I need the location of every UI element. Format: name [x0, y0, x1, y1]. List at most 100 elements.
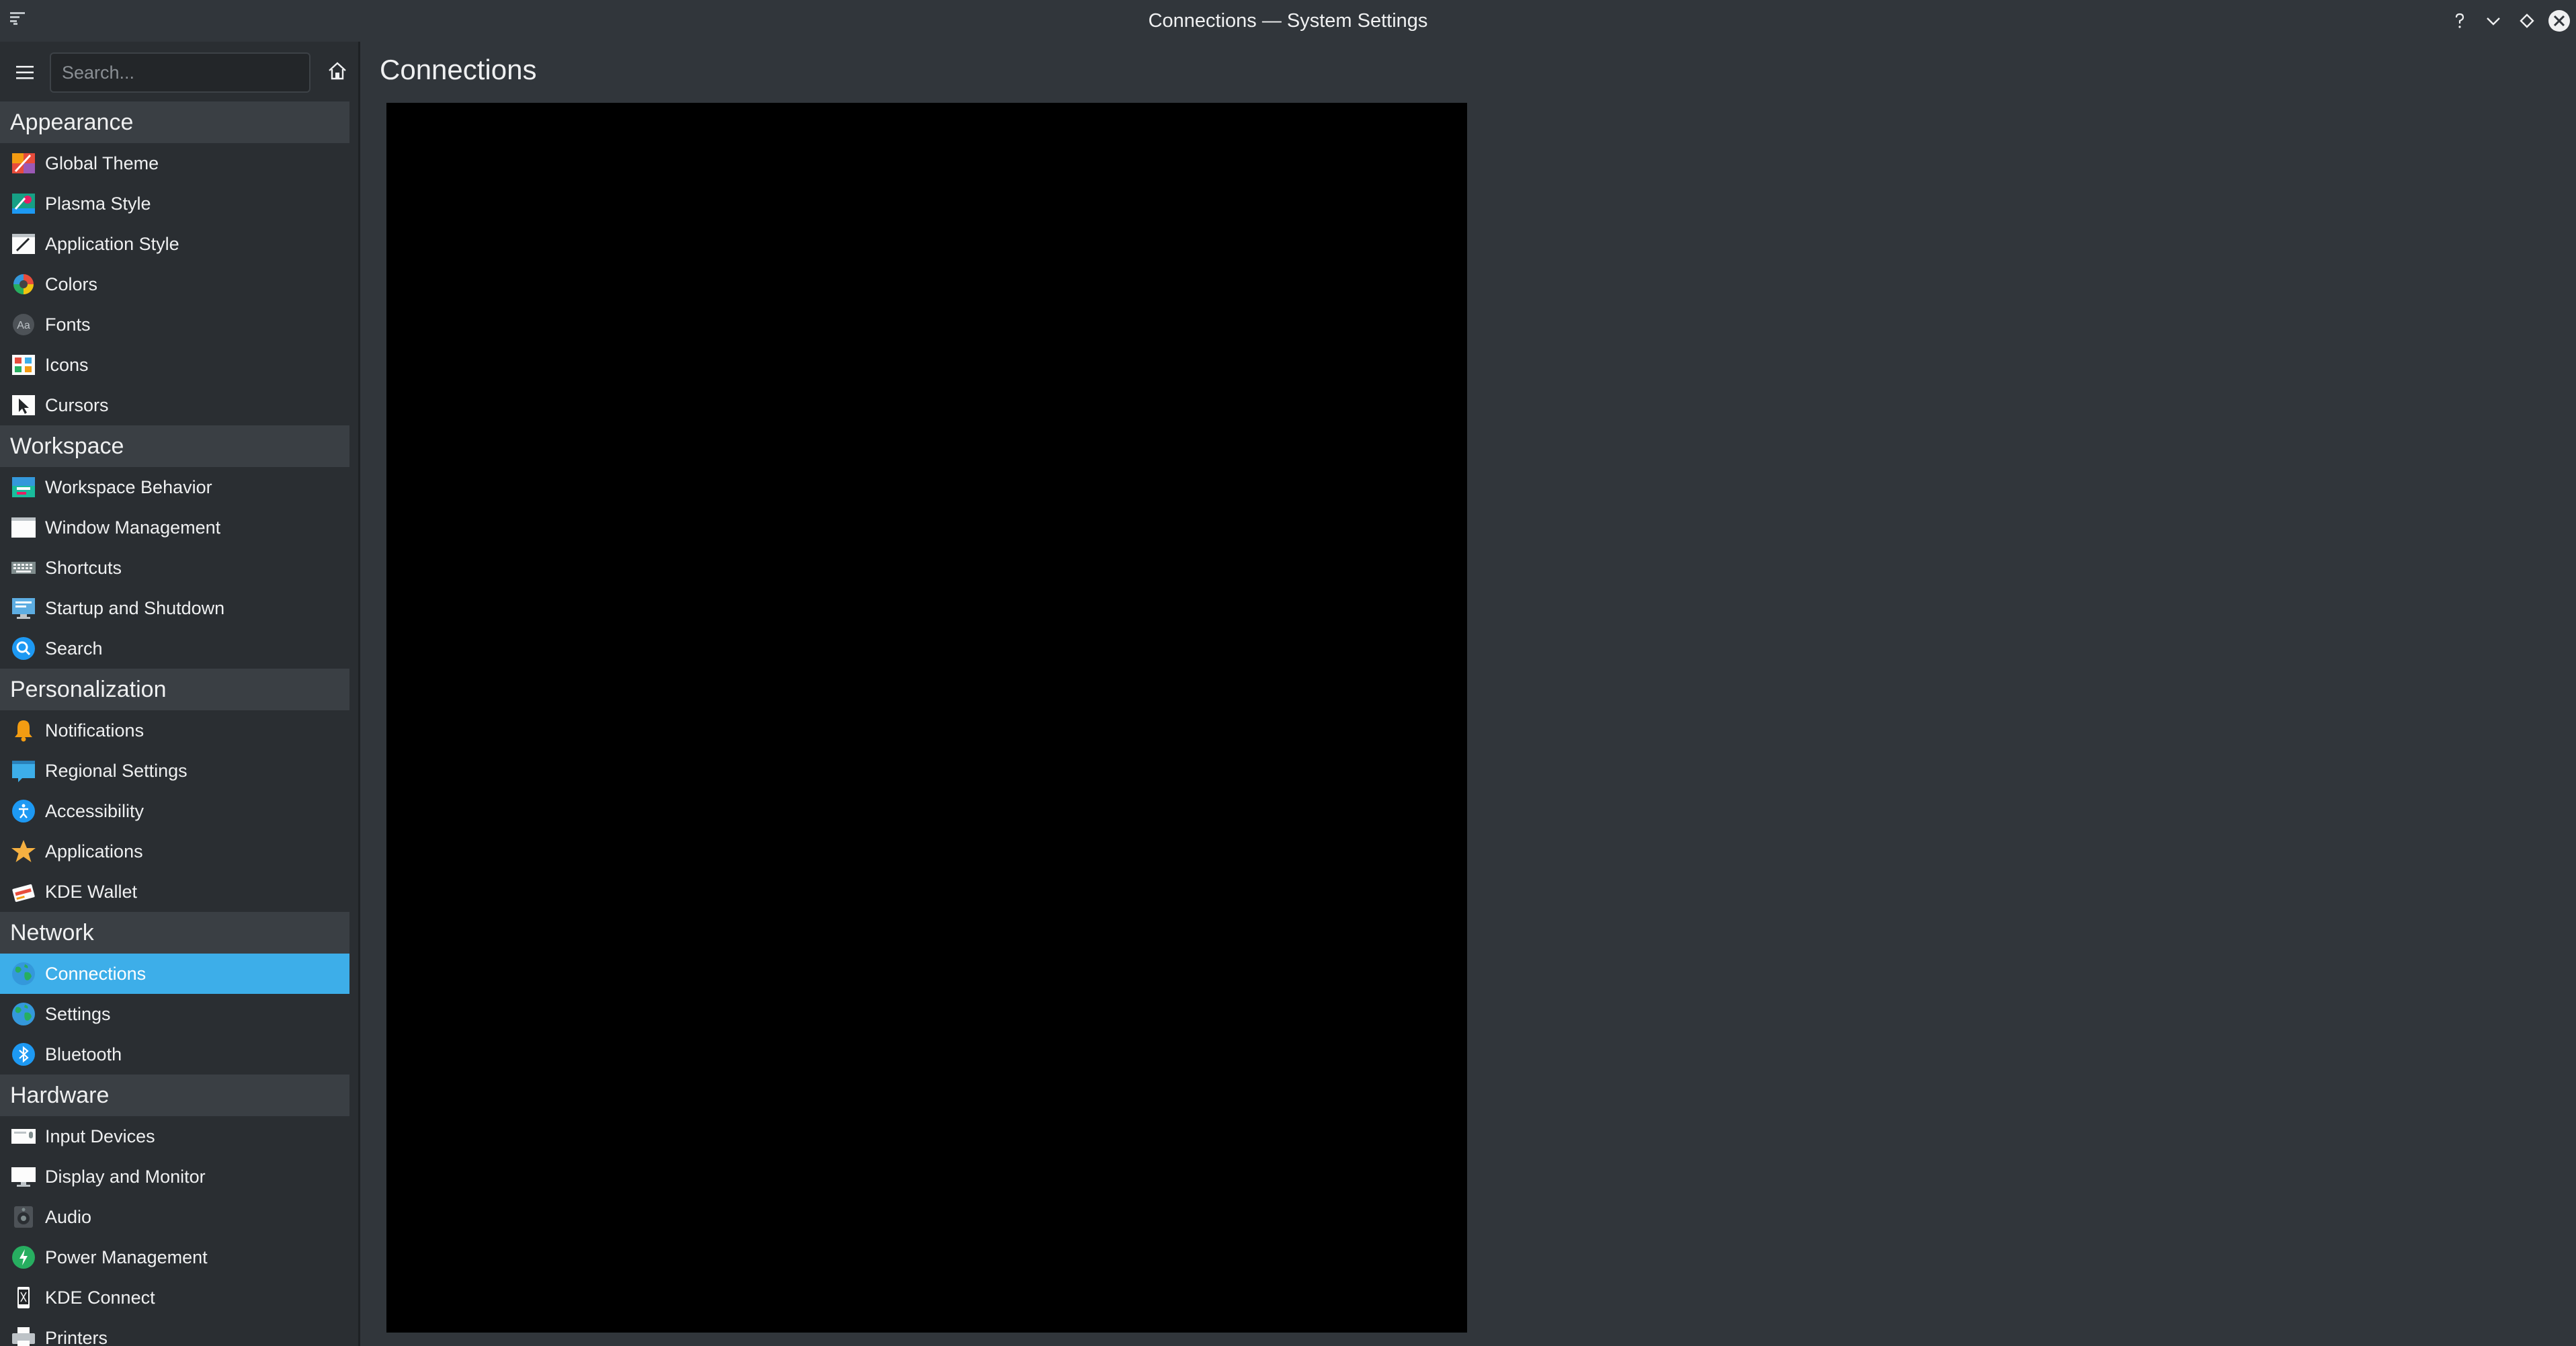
section-header-hardware: Hardware [0, 1075, 349, 1116]
chevron-down-icon [2487, 17, 2500, 26]
sidebar-item-search[interactable]: Search [0, 628, 349, 669]
sidebar-item-notifications[interactable]: Notifications [0, 710, 349, 751]
power-icon [10, 1244, 37, 1271]
monitor-icon [10, 1163, 37, 1190]
connections-content-area[interactable] [386, 103, 1467, 1333]
sidebar-item-global-theme[interactable]: Global Theme [0, 143, 349, 183]
sidebar-item-label: Workspace Behavior [45, 476, 212, 497]
search-input[interactable] [50, 52, 310, 93]
main-panel: Connections [362, 42, 2576, 1346]
help-button[interactable] [2448, 9, 2472, 33]
sidebar-item-bluetooth[interactable]: Bluetooth [0, 1034, 349, 1075]
sidebar-item-startup-shutdown[interactable]: Startup and Shutdown [0, 588, 349, 628]
hamburger-icon [16, 66, 34, 79]
regional-settings-icon [10, 757, 37, 784]
help-icon [2455, 13, 2464, 28]
icons-icon [10, 351, 37, 378]
sidebar-item-label: Fonts [45, 314, 91, 335]
page-title: Connections [380, 54, 537, 85]
sidebar-item-label: KDE Connect [45, 1287, 155, 1308]
sidebar-item-audio[interactable]: Audio [0, 1197, 349, 1237]
sidebar-item-label: Colors [45, 274, 98, 294]
section-header-network: Network [0, 912, 349, 954]
sidebar-item-label: Power Management [45, 1247, 208, 1267]
globe-icon [10, 1001, 37, 1027]
search-icon [10, 635, 37, 662]
sidebar-item-plasma-style[interactable]: Plasma Style [0, 183, 349, 224]
speaker-icon [10, 1204, 37, 1230]
window-title: Connections — System Settings [1148, 10, 1428, 32]
home-button[interactable] [325, 59, 349, 83]
sidebar-item-cursors[interactable]: Cursors [0, 385, 349, 425]
sidebar-item-label: KDE Wallet [45, 881, 138, 902]
sidebar-item-display-monitor[interactable]: Display and Monitor [0, 1156, 349, 1197]
sidebar-item-label: Audio [45, 1206, 92, 1227]
section-header-personalization: Personalization [0, 669, 349, 710]
window-management-icon [10, 514, 37, 541]
colors-icon [10, 271, 37, 298]
sidebar-item-input-devices[interactable]: Input Devices [0, 1116, 349, 1156]
kde-connect-icon [10, 1284, 37, 1311]
minimize-button[interactable] [2481, 9, 2505, 33]
bell-icon [10, 717, 37, 744]
maximize-button[interactable] [2515, 9, 2539, 33]
sidebar-item-accessibility[interactable]: Accessibility [0, 791, 349, 831]
fonts-icon-glyph: Aa [17, 320, 30, 331]
sidebar-item-label: Global Theme [45, 153, 159, 173]
sidebar-item-workspace-behavior[interactable]: Workspace Behavior [0, 467, 349, 507]
cursors-icon [10, 392, 37, 419]
sidebar-item-label: Notifications [45, 720, 144, 741]
sidebar-item-printers[interactable]: Printers [0, 1318, 349, 1346]
printer-icon [10, 1324, 37, 1346]
sidebar-item-label: Bluetooth [45, 1044, 122, 1064]
workspace-behavior-icon [10, 474, 37, 501]
sidebar-item-label: Display and Monitor [45, 1166, 206, 1187]
sidebar-item-applications[interactable]: Applications [0, 831, 349, 872]
section-header-appearance: Appearance [0, 101, 349, 143]
global-theme-icon [10, 150, 37, 177]
plasma-style-icon [10, 190, 37, 217]
hamburger-menu-button[interactable] [13, 61, 36, 84]
sidebar-item-label: Input Devices [45, 1126, 155, 1146]
sidebar-item-label: Search [45, 638, 103, 659]
home-icon [329, 62, 346, 80]
sidebar-item-icons[interactable]: Icons [0, 345, 349, 385]
star-icon [10, 838, 37, 865]
category-list: Appearance Global Theme Plasma Style App… [0, 101, 349, 1346]
sidebar-item-label: Shortcuts [45, 557, 122, 578]
sidebar-item-label: Application Style [45, 233, 179, 254]
sidebar-item-power-management[interactable]: Power Management [0, 1237, 349, 1277]
close-icon [2548, 10, 2570, 32]
wallet-icon [10, 878, 37, 905]
accessibility-icon [10, 798, 37, 825]
keyboard-icon [10, 554, 37, 581]
sidebar-item-label: Settings [45, 1003, 111, 1024]
sidebar-item-fonts[interactable]: Aa Fonts [0, 304, 349, 345]
section-header-workspace: Workspace [0, 425, 349, 467]
diamond-icon [2520, 13, 2534, 28]
sidebar-item-label: Plasma Style [45, 193, 151, 214]
close-button[interactable] [2547, 9, 2571, 33]
sidebar-item-kde-connect[interactable]: KDE Connect [0, 1277, 349, 1318]
sidebar-item-label: Regional Settings [45, 760, 188, 781]
sidebar-item-connections[interactable]: Connections [0, 954, 349, 994]
sidebar-item-label: Printers [45, 1327, 108, 1346]
sidebar-item-network-settings[interactable]: Settings [0, 994, 349, 1034]
sidebar-item-colors[interactable]: Colors [0, 264, 349, 304]
title-bar: Connections — System Settings [0, 0, 2576, 42]
startup-shutdown-icon [10, 595, 37, 622]
sidebar-item-application-style[interactable]: Application Style [0, 224, 349, 264]
fonts-icon: Aa [10, 311, 37, 338]
sidebar-item-window-management[interactable]: Window Management [0, 507, 349, 548]
sidebar-item-label: Connections [45, 963, 147, 984]
sidebar-item-label: Cursors [45, 394, 109, 415]
sidebar-item-shortcuts[interactable]: Shortcuts [0, 548, 349, 588]
sidebar-item-kde-wallet[interactable]: KDE Wallet [0, 872, 349, 912]
application-style-icon [10, 230, 37, 257]
sidebar-toolbar [0, 42, 358, 101]
sidebar-item-label: Window Management [45, 517, 221, 538]
sidebar-item-label: Startup and Shutdown [45, 597, 225, 618]
globe-icon [10, 960, 37, 987]
input-devices-icon [10, 1123, 37, 1150]
sidebar-item-regional-settings[interactable]: Regional Settings [0, 751, 349, 791]
